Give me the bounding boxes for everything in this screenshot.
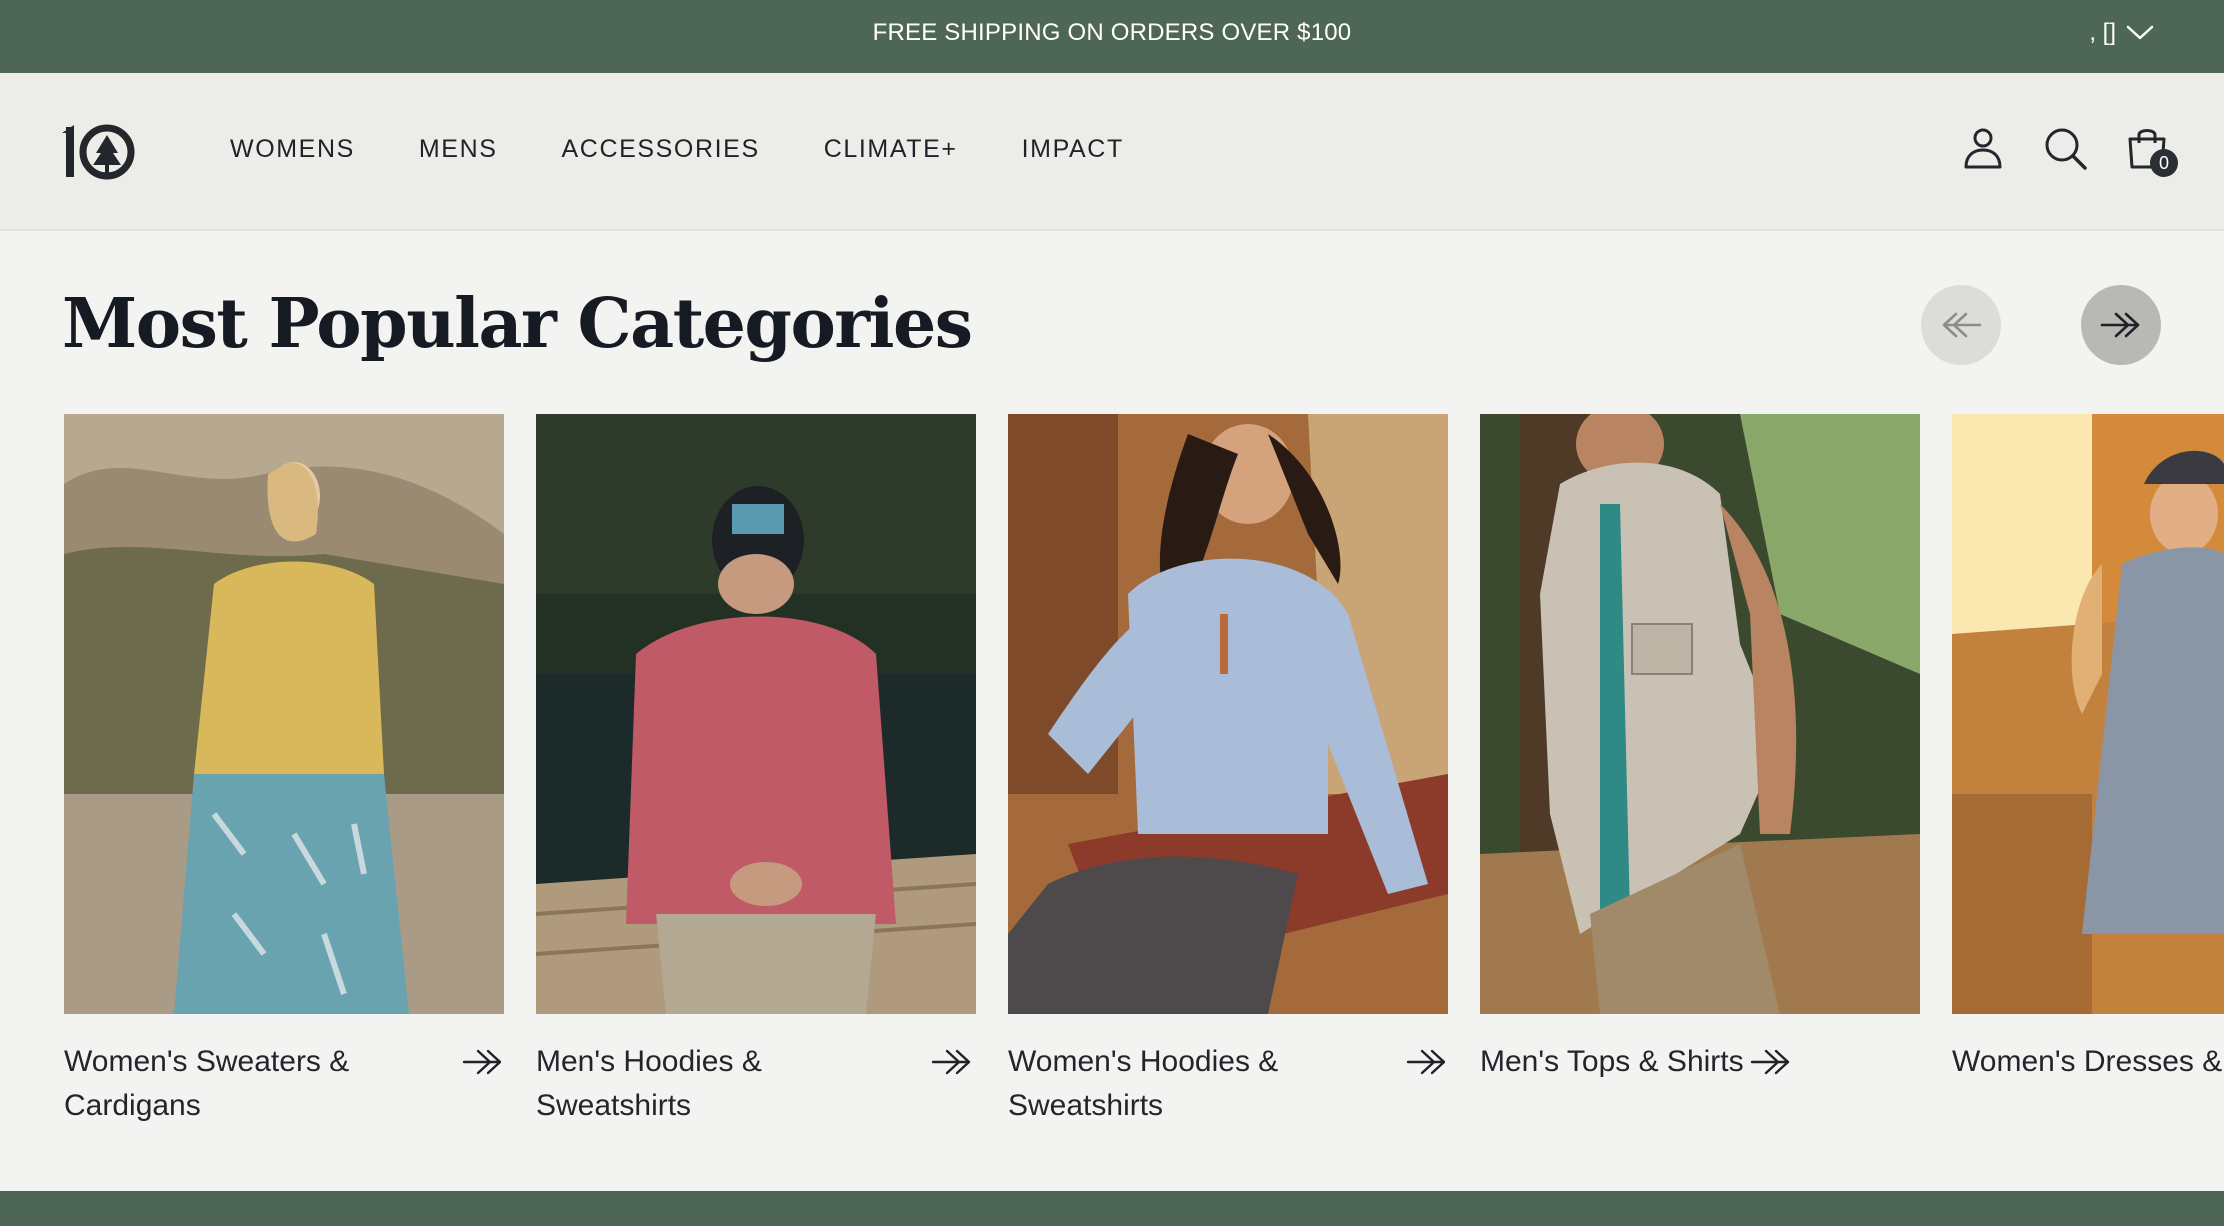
section-title: Most Popular Categories xyxy=(62,284,973,364)
category-card[interactable]: Women's Hoodies & Sweatshirts xyxy=(1008,414,1448,1128)
arrow-right-icon[interactable] xyxy=(1750,1048,1792,1076)
header-actions: 0 xyxy=(1960,125,2178,177)
category-image[interactable] xyxy=(1480,414,1920,1014)
arrow-right-icon[interactable] xyxy=(931,1048,973,1076)
cart-button[interactable]: 0 xyxy=(2124,125,2178,177)
footer-band xyxy=(0,1191,2224,1226)
product-photo xyxy=(1480,414,1920,1014)
chevron-down-icon xyxy=(2126,25,2154,40)
product-photo xyxy=(536,414,976,1014)
arrow-right-icon xyxy=(2100,312,2140,338)
nav-climate-plus[interactable]: CLIMATE+ xyxy=(824,133,958,165)
nav-accessories[interactable]: ACCESSORIES xyxy=(562,133,760,165)
site-header: WOMENS MENS ACCESSORIES CLIMATE+ IMPACT … xyxy=(0,73,2224,231)
locale-text: , [] xyxy=(2089,19,2116,46)
announcement-text: FREE SHIPPING ON ORDERS OVER $100 xyxy=(872,19,1352,46)
main-nav: WOMENS MENS ACCESSORIES CLIMATE+ IMPACT xyxy=(230,133,1188,165)
account-icon xyxy=(1964,128,2002,169)
product-photo xyxy=(1952,414,2224,1014)
nav-mens[interactable]: MENS xyxy=(419,133,498,165)
product-photo xyxy=(1008,414,1448,1014)
category-label[interactable]: Men's Tops & Shirts xyxy=(1480,1040,1744,1084)
carousel-next-button[interactable] xyxy=(2081,285,2161,365)
category-label[interactable]: Women's Dresses & R xyxy=(1952,1040,2224,1084)
nav-impact[interactable]: IMPACT xyxy=(1022,133,1124,165)
arrow-right-icon[interactable] xyxy=(1406,1048,1448,1076)
category-card[interactable]: Men's Tops & Shirts xyxy=(1480,414,1920,1084)
category-image[interactable] xyxy=(64,414,504,1014)
category-footer: Women's Hoodies & Sweatshirts xyxy=(1008,1040,1448,1128)
category-image[interactable] xyxy=(1952,414,2224,1014)
arrow-right-icon[interactable] xyxy=(462,1048,504,1076)
search-button[interactable] xyxy=(2042,125,2088,171)
product-photo xyxy=(64,414,504,1014)
category-image[interactable] xyxy=(536,414,976,1014)
announcement-bar: FREE SHIPPING ON ORDERS OVER $100 , [] xyxy=(0,0,2224,73)
category-footer: Women's Dresses & R xyxy=(1952,1040,2224,1084)
category-label[interactable]: Women's Sweaters & Cardigans xyxy=(64,1040,394,1128)
category-footer: Men's Hoodies & Sweatshirts xyxy=(536,1040,976,1128)
category-card[interactable]: Women's Dresses & R xyxy=(1952,414,2224,1084)
brand-logo[interactable] xyxy=(62,121,138,183)
search-icon xyxy=(2045,128,2087,170)
category-footer: Women's Sweaters & Cardigans xyxy=(64,1040,504,1128)
arrow-left-icon xyxy=(1942,312,1982,338)
category-card[interactable]: Women's Sweaters & Cardigans xyxy=(64,414,504,1128)
category-card[interactable]: Men's Hoodies & Sweatshirts xyxy=(536,414,976,1128)
tentree-logo-icon xyxy=(62,124,135,180)
cart-count-badge: 0 xyxy=(2150,149,2178,177)
category-label[interactable]: Women's Hoodies & Sweatshirts xyxy=(1008,1040,1338,1128)
category-image[interactable] xyxy=(1008,414,1448,1014)
category-footer: Men's Tops & Shirts xyxy=(1480,1040,1920,1084)
nav-womens[interactable]: WOMENS xyxy=(230,133,355,165)
locale-selector[interactable]: , [] xyxy=(2089,16,2154,50)
carousel-prev-button[interactable] xyxy=(1921,285,2001,365)
category-label[interactable]: Men's Hoodies & Sweatshirts xyxy=(536,1040,866,1128)
account-button[interactable] xyxy=(1960,125,2006,171)
